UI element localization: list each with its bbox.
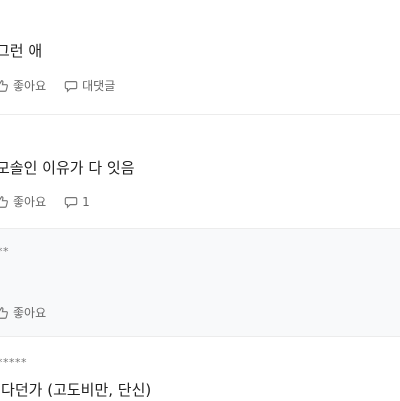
comment-actions: 좋아요 <box>0 304 46 321</box>
thumbs-up-icon <box>0 79 9 93</box>
like-label: 좋아요 <box>13 306 47 320</box>
reply-count-button[interactable]: 1 <box>64 195 90 209</box>
like-label: 좋아요 <box>13 195 47 209</box>
speech-bubble-icon <box>64 195 78 209</box>
comment-text: 모솔인 이유가 다 잇음 <box>0 159 135 177</box>
reply-count: 1 <box>82 194 90 209</box>
like-label: 좋아요 <box>13 79 47 93</box>
thumbs-up-icon <box>0 306 9 320</box>
comment-text: |다던가 (고도비만, 단신) <box>0 381 152 399</box>
author-name-masked: ***** <box>0 356 27 369</box>
comment-item: 모솔인 이유가 다 잇음 좋아요 1 <box>0 114 400 229</box>
comment-actions: 좋아요 대댓글 <box>0 77 115 94</box>
like-button[interactable]: 좋아요 <box>0 77 46 94</box>
reply-button[interactable]: 대댓글 <box>64 77 115 94</box>
comment-text: 그런 애 <box>0 42 43 60</box>
like-button[interactable]: 좋아요 <box>0 304 46 321</box>
like-button[interactable]: 좋아요 <box>0 193 46 210</box>
reply-label: 대댓글 <box>82 79 116 93</box>
comment-item: 그런 애 좋아요 대댓글 <box>0 0 400 114</box>
speech-bubble-icon <box>64 79 78 93</box>
author-name-masked: ** <box>0 245 9 258</box>
comment-item: ***** |다던가 (고도비만, 단신) <box>0 336 400 401</box>
thumbs-up-icon <box>0 195 9 209</box>
reply-item: ** 좋아요 <box>0 228 400 337</box>
comment-actions: 좋아요 1 <box>0 193 90 210</box>
